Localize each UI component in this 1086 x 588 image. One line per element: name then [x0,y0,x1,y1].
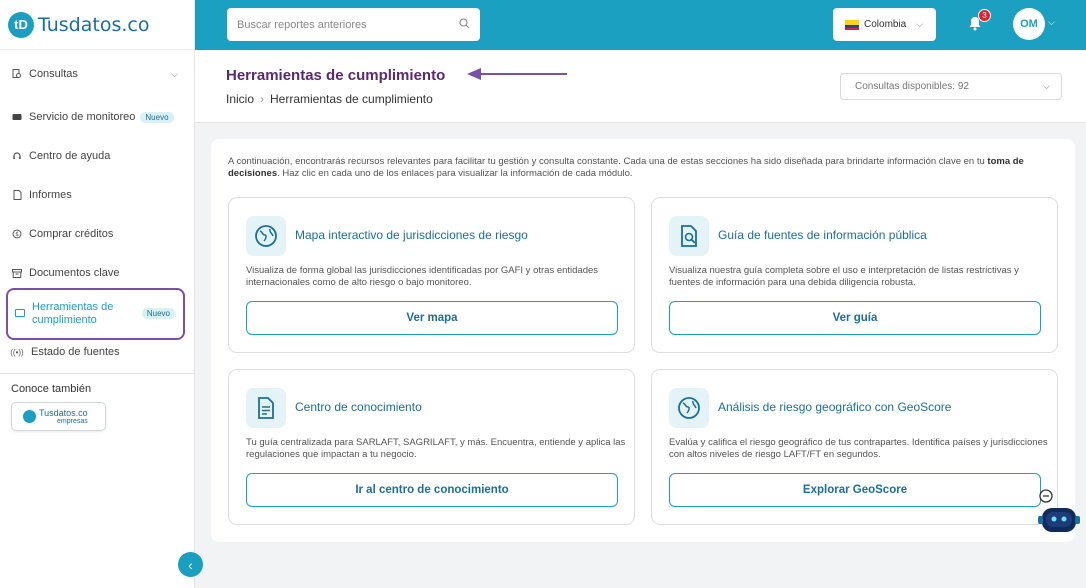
document-icon [246,388,286,428]
globe-icon [669,388,709,428]
tool-description: Tu guía centralizada para SARLAFT, SAGRI… [246,437,626,460]
topbar: Buscar reportes anteriores Colombia ⌵ 3 … [195,0,1086,50]
monitor-icon [12,112,22,122]
empresas-logo-name: Tusdatos.co [39,407,88,418]
conoce-tambien-label: Conoce también [11,383,92,395]
new-badge: Nuevo [141,308,175,319]
search-icon [459,17,470,32]
ver-guia-button[interactable]: Ver guía [669,301,1041,335]
chatbot-launcher[interactable] [1034,488,1084,543]
tool-card-geoscore: Análisis de riesgo geográfico con GeoSco… [651,369,1058,525]
sidebar: tD Tusdatos.co Consultas ⌵ Servicio de m… [0,0,203,588]
sidebar-item-estado-fuentes[interactable]: ((•)) Estado de fuentes [10,346,120,358]
logo-mark-icon [23,410,36,423]
document-search-icon [669,216,709,256]
file-icon [12,190,22,200]
robot-icon [1038,489,1080,532]
sidebar-item-consultas[interactable]: Consultas [12,68,78,80]
search-input[interactable]: Buscar reportes anteriores [227,8,480,41]
country-label: Colombia [864,19,907,30]
collapse-sidebar-button[interactable]: ‹ [178,552,203,577]
breadcrumb-home[interactable]: Inicio [226,92,254,106]
sidebar-item-label: Centro de ayuda [29,150,111,162]
tool-card-mapa: Mapa interactivo de jurisdicciones de ri… [228,197,635,353]
sidebar-item-ayuda[interactable]: Centro de ayuda [12,150,110,162]
headset-icon [12,151,22,161]
folder-icon [15,309,25,317]
empresas-link[interactable]: Tusdatos.co empresas [11,402,106,431]
globe-icon [246,216,286,256]
intro-text: A continuación, encontrarás recursos rel… [228,156,1024,179]
breadcrumb-current: Herramientas de cumplimiento [270,92,433,106]
main-card: A continuación, encontrarás recursos rel… [211,139,1075,542]
empresas-logo-sub: empresas [57,417,88,425]
tool-title: Análisis de riesgo geográfico con GeoSco… [718,400,952,414]
sidebar-item-label: Informes [29,189,72,201]
search-doc-icon [12,69,22,79]
logo-text: Tusdatos.co [38,13,150,36]
sidebar-item-label: Servicio de monitoreo [29,111,136,123]
sidebar-item-label: Comprar créditos [29,228,114,240]
page-header: Herramientas de cumplimiento Inicio › Herr… [195,50,1086,123]
tool-card-guia: Guía de fuentes de información pública V… [651,197,1058,353]
sidebar-item-informes[interactable]: Informes [12,189,72,201]
avatar[interactable]: OM [1013,8,1045,40]
explorar-geoscore-button[interactable]: Explorar GeoScore [669,473,1041,507]
chevron-down-icon[interactable]: ⌵ [1048,17,1055,28]
sidebar-item-label: Estado de fuentes [31,346,120,358]
colombia-flag-icon [845,19,859,30]
arrow-left-icon [467,68,567,80]
sidebar-item-herramientas[interactable]: Herramientas de cumplimiento Nuevo [6,288,185,340]
sidebar-item-label: Consultas [29,68,78,80]
archive-icon [12,268,22,278]
page-title: Herramientas de cumplimiento [226,67,446,84]
tool-card-conocimiento: Centro de conocimiento Tu guía centraliz… [228,369,635,525]
new-badge: Nuevo [140,111,174,123]
broadcast-icon: ((•)) [10,347,24,357]
chevron-down-icon: ⌵ [916,19,924,29]
logo[interactable]: tD Tusdatos.co [0,0,194,50]
tool-title: Guía de fuentes de información pública [718,228,927,242]
logo-mark-icon: tD [8,11,34,38]
credits-label: Consultas disponibles: 92 [855,81,969,92]
ir-centro-conocimiento-button[interactable]: Ir al centro de conocimiento [246,473,618,507]
tool-description: Evalúa y califica el riesgo geográfico d… [669,437,1048,460]
tool-description: Visualiza de forma global las jurisdicci… [246,265,599,288]
ver-mapa-button[interactable]: Ver mapa [246,301,618,335]
svg-text:$: $ [15,231,19,238]
search-placeholder: Buscar reportes anteriores [237,18,367,31]
notification-count-badge: 3 [978,9,991,22]
tool-title: Mapa interactivo de jurisdicciones de ri… [295,228,528,242]
tool-title: Centro de conocimiento [295,400,422,414]
sidebar-item-label: Documentos clave [29,267,120,279]
sidebar-item-monitoreo[interactable]: Servicio de monitoreo Nuevo [12,111,174,123]
divider [0,373,195,374]
chevron-down-icon: ⌵ [1043,81,1050,91]
coin-icon: $ [12,229,22,239]
sidebar-item-documentos[interactable]: Documentos clave [12,267,120,279]
credits-dropdown[interactable]: Consultas disponibles: 92 ⌵ [840,73,1062,100]
breadcrumb: Inicio › Herramientas de cumplimiento [226,92,433,106]
sidebar-item-label: Herramientas de cumplimiento [32,301,114,326]
sidebar-item-comprar[interactable]: $ Comprar créditos [12,228,113,240]
chevron-down-icon[interactable]: ⌵ [171,69,178,80]
country-select[interactable]: Colombia ⌵ [833,8,936,41]
tool-description: Visualiza nuestra guía completa sobre el… [669,265,1019,288]
chevron-right-icon: › [260,92,265,106]
